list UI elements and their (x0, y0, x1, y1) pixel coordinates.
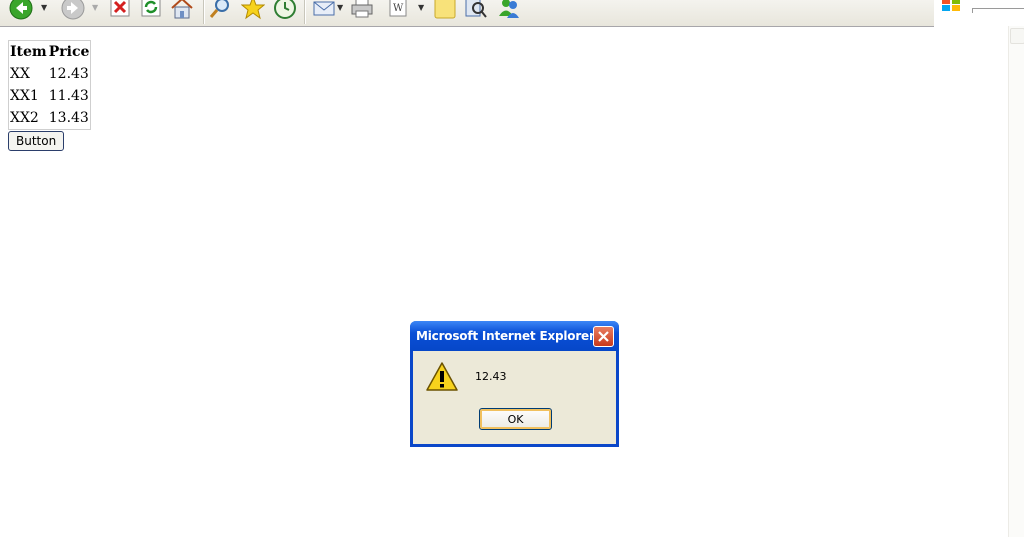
item-cell: XX (10, 66, 30, 82)
address-bar-edge (972, 8, 1024, 13)
table-header-row: Item Price (9, 41, 90, 63)
ok-button[interactable]: OK (479, 408, 552, 430)
column-header-item: Item (10, 44, 47, 60)
warning-icon (425, 361, 459, 397)
stop-icon[interactable] (110, 0, 134, 21)
history-icon[interactable] (273, 0, 297, 20)
mail-icon[interactable] (312, 0, 336, 20)
price-cell: 13.43 (48, 110, 89, 126)
svg-text:W: W (393, 3, 404, 14)
forward-dropdown-icon: ▼ (92, 3, 99, 12)
browser-toolbar: ▼ ▼ ▼ W ▼ (0, 0, 934, 27)
table-row: XX2 13.43 (9, 107, 90, 129)
search-icon[interactable] (208, 0, 232, 20)
table-row: XX 12.43 (9, 63, 90, 85)
item-cell: XX2 (10, 110, 39, 126)
price-cell: 12.43 (48, 66, 89, 82)
dialog-message: 12.43 (475, 370, 507, 383)
mail-dropdown-icon[interactable]: ▼ (337, 3, 343, 12)
alert-dialog: Microsoft Internet Explorer 12.43 OK (410, 321, 619, 447)
price-table: Item Price XX 12.43 XX1 11.43 XX2 13.43 (8, 40, 92, 130)
page-content: Item Price XX 12.43 XX1 11.43 XX2 13.43 … (8, 40, 92, 151)
price-cell: 11.43 (48, 88, 89, 104)
back-icon[interactable] (9, 0, 33, 20)
dialog-title: Microsoft Internet Explorer (416, 329, 595, 343)
refresh-icon[interactable] (141, 0, 165, 21)
research-icon[interactable] (464, 0, 488, 20)
close-icon[interactable] (593, 326, 614, 347)
back-dropdown-icon[interactable]: ▼ (41, 3, 47, 12)
forward-icon[interactable] (61, 0, 85, 20)
messenger-icon[interactable] (497, 0, 521, 20)
discuss-icon[interactable] (434, 0, 458, 21)
windows-flag-icon (940, 0, 962, 16)
vertical-scrollbar[interactable] (1008, 26, 1024, 537)
favorites-icon[interactable] (241, 0, 265, 20)
edit-icon[interactable]: W (388, 0, 412, 21)
page-button[interactable]: Button (8, 131, 65, 151)
windows-logo-area (934, 0, 1024, 26)
toolbar-separator (304, 0, 306, 24)
print-icon[interactable] (350, 0, 374, 20)
toolbar-separator (203, 0, 205, 24)
item-cell: XX1 (10, 88, 39, 104)
scroll-up-button[interactable] (1010, 28, 1024, 44)
home-icon[interactable] (170, 0, 194, 20)
table-row: XX1 11.43 (9, 85, 90, 107)
dialog-titlebar[interactable]: Microsoft Internet Explorer (410, 321, 619, 351)
edit-dropdown-icon[interactable]: ▼ (418, 3, 424, 12)
column-header-price: Price (48, 44, 90, 60)
